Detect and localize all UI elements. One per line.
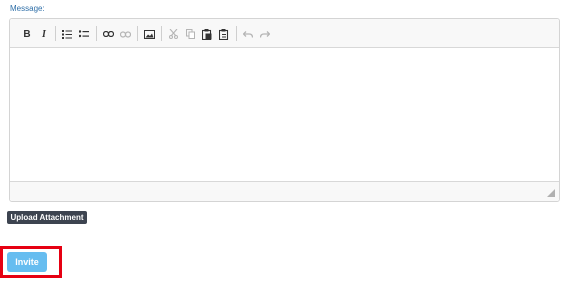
paste-text-button[interactable]: [217, 27, 231, 41]
copy-button[interactable]: [183, 27, 197, 41]
bulleted-list-icon: [79, 30, 89, 38]
toolbar-separator: [137, 26, 138, 41]
toolbar-separator: [96, 26, 97, 41]
message-text-area[interactable]: [10, 48, 559, 181]
unlink-button[interactable]: [118, 27, 132, 41]
redo-icon: [260, 30, 270, 38]
copy-icon: [185, 29, 195, 39]
redo-button[interactable]: [258, 27, 272, 41]
link-button[interactable]: [101, 27, 115, 41]
resize-handle-icon[interactable]: [547, 189, 555, 197]
undo-icon: [243, 30, 253, 38]
upload-attachment-button[interactable]: Upload Attachment: [7, 211, 87, 224]
image-button[interactable]: [142, 27, 156, 41]
unlink-icon: [119, 30, 131, 38]
paste-button[interactable]: [200, 27, 214, 41]
italic-button[interactable]: I: [37, 27, 51, 41]
invite-button[interactable]: Invite: [7, 252, 47, 272]
bulleted-list-button[interactable]: [77, 27, 91, 41]
bold-button[interactable]: B: [20, 27, 34, 41]
image-icon: [143, 29, 155, 39]
cut-button[interactable]: [166, 27, 180, 41]
cut-icon: [168, 29, 178, 39]
paste-icon: [202, 28, 212, 40]
bold-icon: B: [23, 28, 31, 40]
italic-icon: I: [42, 28, 46, 40]
link-icon: [102, 31, 114, 37]
undo-button[interactable]: [241, 27, 255, 41]
toolbar-separator: [55, 26, 56, 41]
numbered-list-icon: [62, 29, 72, 39]
message-label: Message:: [10, 4, 45, 13]
toolbar-separator: [161, 26, 162, 41]
numbered-list-button[interactable]: [60, 27, 74, 41]
toolbar-separator: [236, 26, 237, 41]
editor-toolbar: B I: [10, 19, 559, 48]
paste-text-icon: [219, 28, 229, 40]
editor-status-bar: [10, 181, 559, 201]
rich-text-editor: B I: [9, 18, 560, 202]
